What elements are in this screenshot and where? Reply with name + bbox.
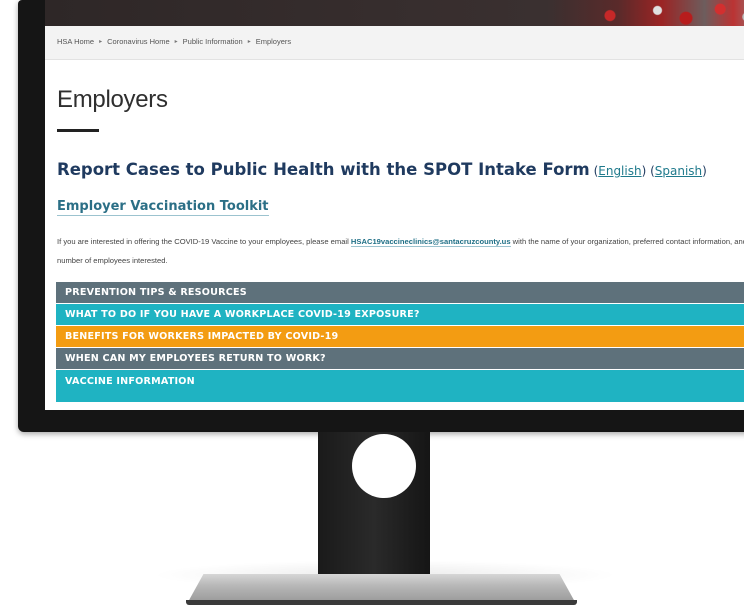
report-heading-text: Report Cases to Public Health with the S…: [57, 160, 590, 179]
monitor-stand-base-edge: [186, 600, 577, 605]
paren-open: (: [589, 164, 599, 178]
breadcrumb-coronavirus-home[interactable]: Coronavirus Home: [107, 37, 170, 46]
page-title: Employers: [57, 86, 168, 113]
breadcrumb-public-information[interactable]: Public Information: [183, 37, 243, 46]
breadcrumb-hsa-home[interactable]: HSA Home: [57, 37, 94, 46]
spanish-form-link[interactable]: Spanish: [655, 164, 702, 178]
accordion-return-to-work[interactable]: WHEN CAN MY EMPLOYEES RETURN TO WORK?: [56, 348, 744, 369]
breadcrumb-separator-icon: ▸: [174, 39, 178, 45]
paren-close: ): [702, 164, 707, 178]
accordion: PREVENTION TIPS & RESOURCES WHAT TO DO I…: [56, 282, 744, 403]
breadcrumb: HSA Home ▸ Coronavirus Home ▸ Public Inf…: [57, 37, 291, 46]
breadcrumb-current-employers: Employers: [255, 37, 292, 46]
language-links: (English) (Spanish): [590, 164, 707, 178]
english-form-link[interactable]: English: [598, 164, 641, 178]
report-cases-heading: Report Cases to Public Health with the S…: [57, 160, 707, 179]
accordion-prevention-tips[interactable]: PREVENTION TIPS & RESOURCES: [56, 282, 744, 303]
title-underline: [57, 129, 99, 132]
employer-vaccination-toolkit-link[interactable]: Employer Vaccination Toolkit: [57, 199, 269, 216]
breadcrumb-bar: HSA Home ▸ Coronavirus Home ▸ Public Inf…: [45, 26, 744, 60]
paren-middle: ) (: [641, 164, 655, 178]
monitor-frame: HSA Home ▸ Coronavirus Home ▸ Public Inf…: [18, 0, 744, 432]
breadcrumb-separator-icon: ▸: [247, 39, 251, 45]
monitor-stand-base: [188, 574, 575, 602]
info-text-before: If you are interested in offering the CO…: [57, 237, 351, 246]
stand-cable-hole: [352, 434, 416, 498]
accordion-worker-benefits[interactable]: BENEFITS FOR WORKERS IMPACTED BY COVID-1…: [56, 326, 744, 347]
accordion-workplace-exposure[interactable]: WHAT TO DO IF YOU HAVE A WORKPLACE COVID…: [56, 304, 744, 325]
banner-image: [572, 0, 744, 26]
header-banner: [45, 0, 744, 26]
breadcrumb-separator-icon: ▸: [99, 39, 103, 45]
accordion-vaccine-information[interactable]: VACCINE INFORMATION: [56, 370, 744, 402]
vaccine-clinics-email-link[interactable]: HSAC19vaccineclinics@santacruzcounty.us: [350, 237, 511, 247]
monitor-screen: HSA Home ▸ Coronavirus Home ▸ Public Inf…: [45, 0, 744, 410]
vaccine-info-paragraph: If you are interested in offering the CO…: [57, 232, 744, 270]
